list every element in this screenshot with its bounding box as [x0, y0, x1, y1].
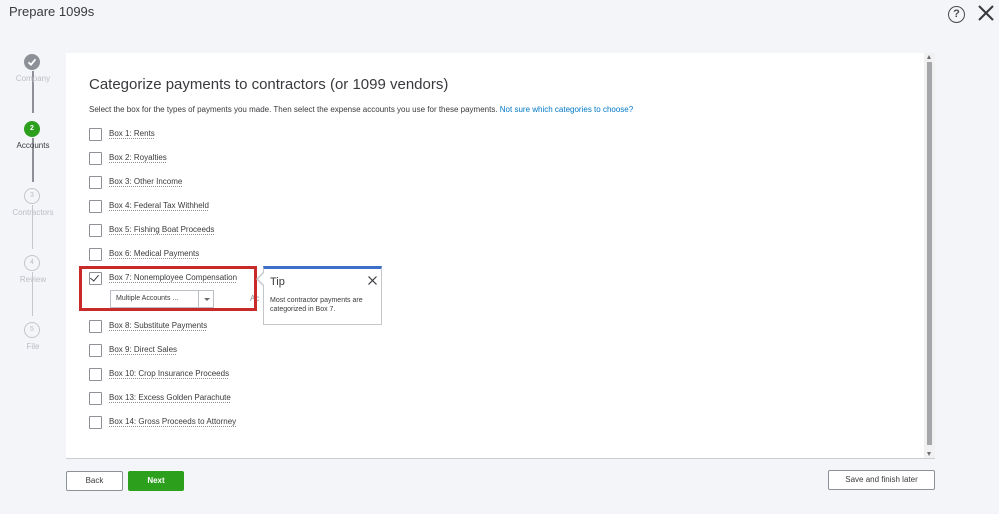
- step-label-file: File: [26, 342, 40, 351]
- step-number-contractors: 3: [24, 188, 40, 204]
- checkbox[interactable]: [89, 320, 102, 333]
- checkbox-label[interactable]: Box 2: Royalties: [109, 152, 167, 164]
- panel-divider: [66, 458, 935, 459]
- checkbox[interactable]: [89, 176, 102, 189]
- step-number-file: 5: [24, 322, 40, 338]
- checkbox-label[interactable]: Box 10: Crop Insurance Proceeds: [109, 368, 229, 380]
- checkbox[interactable]: [89, 392, 102, 405]
- checkbox-label[interactable]: Box 1: Rents: [109, 128, 155, 140]
- checkbox[interactable]: [89, 248, 102, 261]
- back-button[interactable]: Back: [66, 471, 123, 491]
- step-company-check-icon: [24, 54, 40, 70]
- scroll-thumb[interactable]: [927, 62, 932, 445]
- checkbox[interactable]: [89, 368, 102, 381]
- checkbox[interactable]: [89, 224, 102, 237]
- window-title: Prepare 1099s: [9, 4, 95, 19]
- next-button[interactable]: Next: [128, 471, 184, 491]
- instructions-body: Select the box for the types of payments…: [89, 105, 498, 114]
- checkbox-label[interactable]: Box 4: Federal Tax Withheld: [109, 200, 209, 212]
- page-title: Categorize payments to contractors (or 1…: [89, 76, 449, 93]
- step-number-accounts: 2: [24, 121, 40, 137]
- tip-pointer-fill: [258, 273, 264, 285]
- close-icon[interactable]: [976, 3, 996, 23]
- highlight-box: [79, 266, 257, 311]
- scroll-down-icon[interactable]: [927, 452, 931, 456]
- checkbox-label[interactable]: Box 14: Gross Proceeds to Attorney: [109, 416, 236, 428]
- help-link[interactable]: Not sure which categories to choose?: [500, 105, 633, 114]
- step-label-company: Company: [15, 74, 51, 83]
- vertical-scrollbar[interactable]: [924, 53, 935, 458]
- instructions-text: Select the box for the types of payments…: [89, 105, 633, 114]
- step-label-contractors: Contractors: [12, 208, 54, 217]
- checkbox[interactable]: [89, 152, 102, 165]
- checkbox-label[interactable]: Box 9: Direct Sales: [109, 344, 177, 356]
- checkbox-label[interactable]: Box 8: Substitute Payments: [109, 320, 207, 332]
- save-and-finish-later-button[interactable]: Save and finish later: [828, 470, 935, 490]
- top-bar: Prepare 1099s ?: [0, 0, 999, 26]
- step-number-review: 4: [24, 255, 40, 271]
- checkbox-label[interactable]: Box 3: Other Income: [109, 176, 182, 188]
- checkbox[interactable]: [89, 200, 102, 213]
- checkbox[interactable]: [89, 344, 102, 357]
- checkbox-label[interactable]: Box 5: Fishing Boat Proceeds: [109, 224, 214, 236]
- step-label-accounts: Accounts: [16, 141, 50, 150]
- step-label-review: Review: [19, 275, 47, 284]
- checkbox[interactable]: [89, 128, 102, 141]
- tip-text: Most contractor payments are categorized…: [270, 297, 363, 313]
- checkbox-label[interactable]: Box 13: Excess Golden Parachute: [109, 392, 231, 404]
- scroll-up-icon[interactable]: [927, 55, 931, 59]
- help-icon[interactable]: ?: [948, 6, 965, 23]
- close-icon[interactable]: [368, 276, 377, 285]
- tip-title: Tip: [270, 276, 285, 288]
- checkbox[interactable]: [89, 416, 102, 429]
- tip-popover: Tip Most contractor payments are categor…: [263, 266, 382, 325]
- progress-stepper: Company 2 Accounts 3 Contractors 4 Revie…: [0, 50, 66, 360]
- checkbox-label[interactable]: Box 6: Medical Payments: [109, 248, 199, 260]
